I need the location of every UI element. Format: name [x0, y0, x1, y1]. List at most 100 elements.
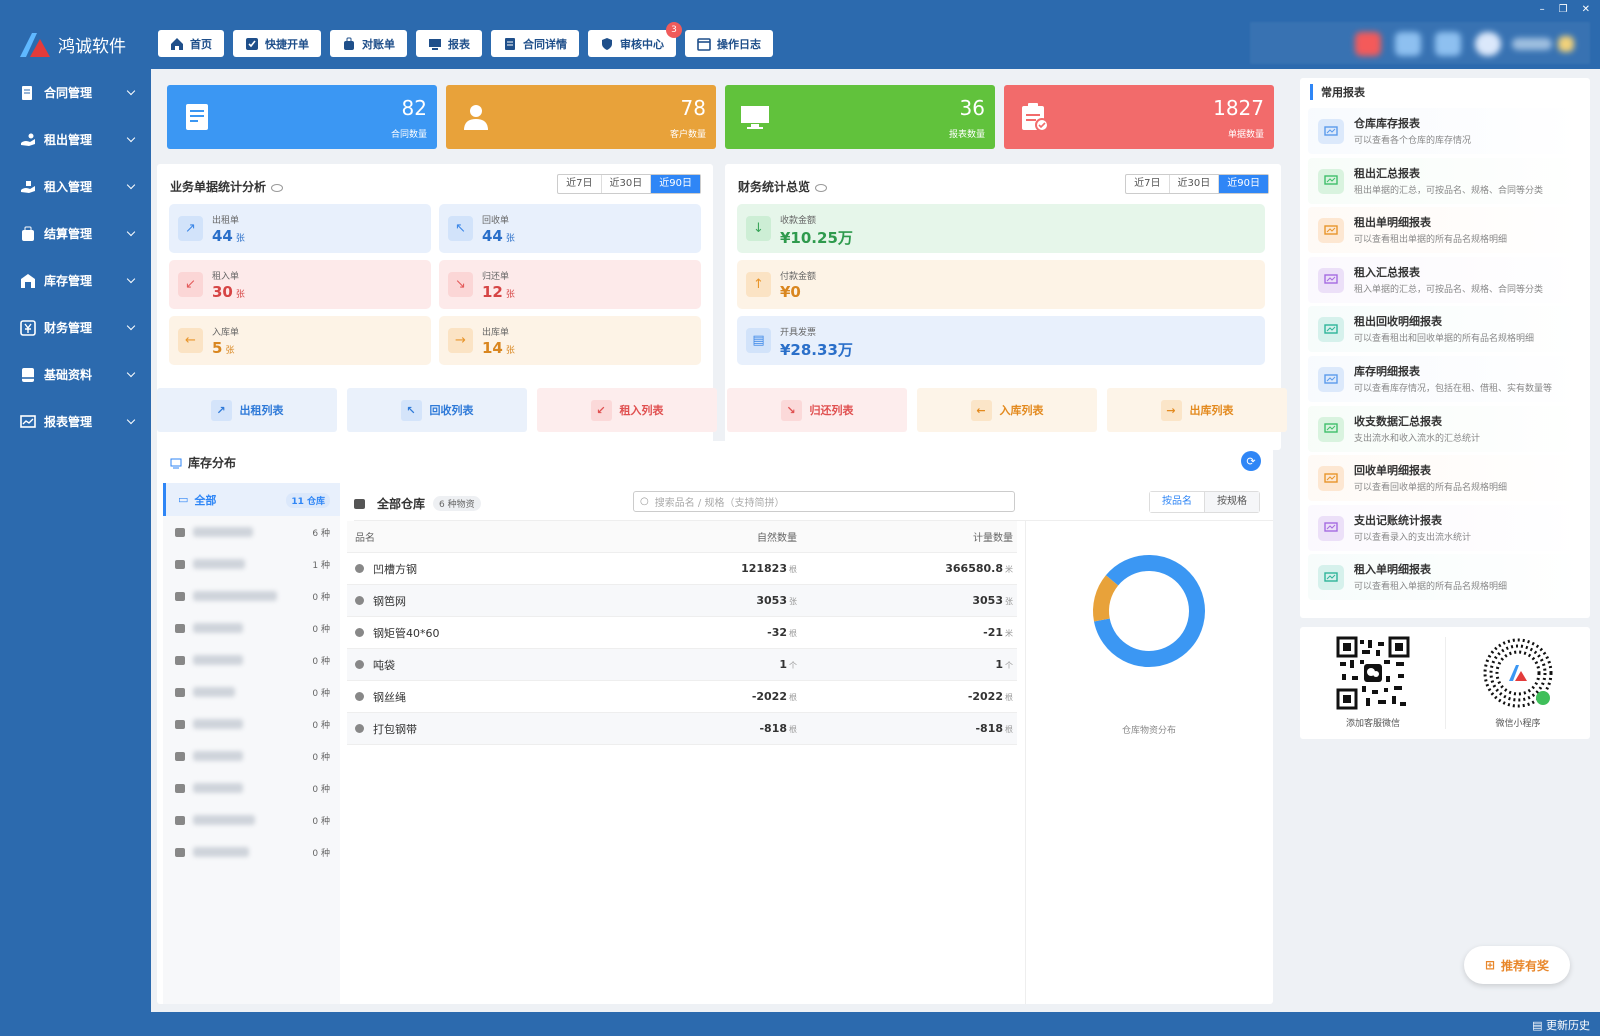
- stat-card-customers[interactable]: 78 客户数量: [446, 85, 716, 149]
- eye-icon[interactable]: [271, 183, 284, 192]
- warehouse-item[interactable]: 0 种: [163, 676, 340, 708]
- sidebar-item-rent-out[interactable]: 租出管理: [6, 116, 150, 163]
- report-item[interactable]: 仓库库存报表 可以查看各个仓库的库存情况: [1308, 108, 1582, 154]
- divider: [1025, 521, 1026, 1004]
- user-area-blurred[interactable]: [1250, 22, 1590, 64]
- table-row[interactable]: 钢笆网 3053 张 3053 张: [347, 585, 1017, 617]
- sidebar-item-report[interactable]: 报表管理: [6, 398, 150, 445]
- view-by-name[interactable]: 按品名: [1150, 492, 1205, 512]
- warehouse-item[interactable]: 0 种: [163, 772, 340, 804]
- stat-unit: 张: [235, 290, 245, 300]
- table-row[interactable]: 钢矩管40*60 -32 根 -21 米: [347, 617, 1017, 649]
- referral-reward-button[interactable]: ⊞ 推荐有奖: [1464, 946, 1570, 984]
- warehouse-all[interactable]: ▭ 全部 11 仓库: [163, 483, 340, 516]
- stat-payment-amount[interactable]: ↑ 付款金额 ¥0: [737, 260, 1265, 309]
- report-desc: 可以查看租入单据的所有品名规格明细: [1354, 582, 1508, 593]
- range-7d[interactable]: 近7日: [558, 175, 602, 193]
- stat-rent-in-orders[interactable]: ↙ 租入单 30 张: [169, 260, 431, 309]
- table-row[interactable]: 吨袋 1 个 1 个: [347, 649, 1017, 681]
- stock-out-list-button[interactable]: → 出库列表: [1107, 388, 1287, 432]
- view-by-spec[interactable]: 按规格: [1205, 492, 1259, 512]
- warehouse-item[interactable]: 0 种: [163, 612, 340, 644]
- table-row[interactable]: 钢丝绳 -2022 根 -2022 根: [347, 681, 1017, 713]
- report-item[interactable]: 库存明细报表 可以查看库存情况，包括在租、借租、实有数量等: [1308, 356, 1582, 402]
- range-90d[interactable]: 近90日: [651, 175, 700, 193]
- table-row[interactable]: 凹槽方钢 121823 根 366580.8 米: [347, 553, 1017, 585]
- rent-out-list-button[interactable]: ↗ 出租列表: [157, 388, 337, 432]
- report-item[interactable]: 租出单明细报表 可以查看租出单据的所有品名规格明细: [1308, 207, 1582, 254]
- search-icon: ○: [640, 496, 649, 507]
- chevron-down-icon: [126, 133, 136, 143]
- return-list-button[interactable]: ↘ 归还列表: [727, 388, 907, 432]
- recovery-list-button[interactable]: ↖ 回收列表: [347, 388, 527, 432]
- stat-recovery-orders[interactable]: ↖ 回收单 44 张: [439, 204, 701, 253]
- stat-rent-out-orders[interactable]: ↗ 出租单 44 张: [169, 204, 431, 253]
- stat-label: 开具发票: [780, 328, 817, 338]
- warehouse-name-blurred: [193, 847, 249, 857]
- warehouse-item[interactable]: 0 种: [163, 580, 340, 612]
- report-item[interactable]: 租入汇总报表 租入单据的汇总，可按品名、规格、合同等分类: [1308, 256, 1582, 303]
- report-desc: 可以查看租出和回收单据的所有品名规格明细: [1354, 334, 1535, 345]
- unit: 米: [1005, 629, 1013, 638]
- rent-in-list-button[interactable]: ↙ 租入列表: [537, 388, 717, 432]
- stat-invoice-amount[interactable]: ▤ 开具发票 ¥28.33万: [737, 316, 1265, 365]
- range-90d[interactable]: 近90日: [1219, 175, 1268, 193]
- eye-icon[interactable]: [815, 183, 828, 192]
- nav-operation-log-button[interactable]: 操作日志: [685, 30, 773, 57]
- warehouse-item[interactable]: 6 种: [163, 516, 340, 548]
- sidebar-item-settlement[interactable]: 结算管理: [6, 210, 150, 257]
- warehouse-item[interactable]: 1 种: [163, 548, 340, 580]
- nav-report-button[interactable]: 报表: [416, 30, 482, 57]
- report-item[interactable]: 收支数据汇总报表 支出流水和收入流水的汇总统计: [1308, 405, 1582, 452]
- range-30d[interactable]: 近30日: [1170, 175, 1220, 193]
- warehouse-item[interactable]: 0 种: [163, 804, 340, 836]
- sidebar-item-finance[interactable]: 财务管理: [6, 304, 150, 351]
- warehouse-item[interactable]: 0 种: [163, 740, 340, 772]
- warehouse-item[interactable]: 0 种: [163, 836, 340, 868]
- sidebar-item-inventory[interactable]: 库存管理: [6, 257, 150, 304]
- database-icon: [20, 367, 36, 383]
- stat-card-reports[interactable]: 36 报表数量: [725, 85, 995, 149]
- search-input[interactable]: ○ 搜索品名 / 规格（支持简拼）: [633, 491, 1015, 512]
- quick-label: 入库列表: [999, 404, 1044, 417]
- refresh-icon[interactable]: ⟳: [1241, 451, 1261, 471]
- sidebar-item-rent-in[interactable]: 租入管理: [6, 163, 150, 210]
- donut-slice-1[interactable]: [1093, 575, 1119, 622]
- stat-card-documents[interactable]: 1827 单据数量: [1004, 85, 1274, 149]
- report-item[interactable]: 租出汇总报表 租出单据的汇总，可按品名、规格、合同等分类: [1308, 157, 1582, 204]
- nav-statement-button[interactable]: 对账单: [330, 30, 407, 57]
- stock-in-list-button[interactable]: ← 入库列表: [917, 388, 1097, 432]
- donut-slice-0[interactable]: [1093, 555, 1205, 667]
- report-item[interactable]: 租出回收明细报表 可以查看租出和回收单据的所有品名规格明细: [1308, 306, 1582, 353]
- stat-card-contracts[interactable]: 82 合同数量: [167, 85, 437, 149]
- report-item[interactable]: 租入单明细报表 可以查看租入单据的所有品名规格明细: [1308, 554, 1582, 601]
- stat-receipt-amount[interactable]: ↓ 收款金额 ¥10.25万: [737, 204, 1265, 253]
- nav-audit-center-button[interactable]: 审核中心 3: [588, 22, 682, 57]
- warehouse-item[interactable]: 0 种: [163, 708, 340, 740]
- table-row[interactable]: 打包钢带 -818 根 -818 根: [347, 713, 1017, 745]
- nav-contract-detail-button[interactable]: 合同详情: [491, 30, 579, 57]
- sidebar-item-contract[interactable]: 合同管理: [6, 69, 150, 116]
- stat-unit: 张: [505, 346, 515, 356]
- donut-chart[interactable]: [1079, 541, 1219, 681]
- update-history-link[interactable]: ▤ 更新历史: [1532, 1017, 1590, 1033]
- arrow-down-right-icon: ↘: [780, 399, 802, 421]
- business-stats-title: 业务单据统计分析: [170, 178, 284, 195]
- nav-quick-order-button[interactable]: 快捷开单: [233, 30, 321, 57]
- stat-return-orders[interactable]: ↘ 归还单 12 张: [439, 260, 701, 309]
- sidebar-item-basic-data[interactable]: 基础资料: [6, 351, 150, 398]
- stat-value: 44: [212, 227, 233, 245]
- close-button[interactable]: ✕: [1582, 4, 1590, 15]
- range-7d[interactable]: 近7日: [1126, 175, 1170, 193]
- report-item[interactable]: 支出记账统计报表 可以查看录入的支出流水统计: [1308, 504, 1582, 551]
- warehouse-item[interactable]: 0 种: [163, 644, 340, 676]
- report-item[interactable]: 回收单明细报表 可以查看回收单据的所有品名规格明细: [1308, 455, 1582, 502]
- stat-stock-in-orders[interactable]: ← 入库单 5 张: [169, 316, 431, 365]
- top-nav: 首页 快捷开单 对账单 报表 合同详情 审核中心 3 操作日志: [158, 22, 782, 57]
- report-desc: 可以查看库存情况，包括在租、借租、实有数量等: [1354, 384, 1553, 394]
- stat-stock-out-orders[interactable]: → 出库单 14 张: [439, 316, 701, 365]
- nav-home-button[interactable]: 首页: [158, 30, 224, 57]
- restore-button[interactable]: ❐: [1559, 4, 1568, 15]
- minimize-button[interactable]: –: [1540, 4, 1545, 15]
- range-30d[interactable]: 近30日: [602, 175, 652, 193]
